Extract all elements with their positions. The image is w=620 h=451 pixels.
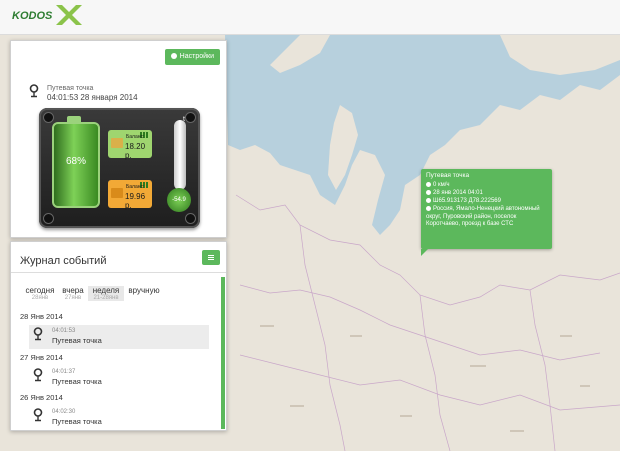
settings-label: Настройки <box>179 53 214 60</box>
tab-label: сегодня <box>25 286 55 295</box>
divider <box>11 272 226 273</box>
gear-icon <box>170 53 177 59</box>
event-time: 04:02:30 <box>52 409 76 415</box>
popup-datetime: 28 янв 2014 04:01 <box>433 190 483 196</box>
day-header: 28 Янв 2014 <box>20 312 63 321</box>
clock-icon <box>426 182 431 187</box>
screw-icon <box>185 112 196 123</box>
event-name: Путевая точка <box>52 377 102 386</box>
event-time: 04:01:37 <box>52 369 76 375</box>
popup-speed: 0 км/ч <box>433 182 450 188</box>
journal-title: Журнал событий <box>20 255 107 267</box>
map-pin-icon <box>33 368 43 382</box>
popup-title: Путевая точка <box>426 172 470 179</box>
event-journal-panel: Журнал событий сегодня 28янв вчера 27янв… <box>10 241 227 431</box>
list-item[interactable]: 04:02:30 Путевая точка <box>29 406 209 430</box>
popup-pointer <box>421 249 428 256</box>
list-item[interactable]: 04:01:53 Путевая точка <box>29 325 209 349</box>
screw-icon <box>43 213 54 224</box>
day-header: 26 Янв 2014 <box>20 393 63 402</box>
device-status-panel: Настройки Путевая точка 04:01:53 28 янва… <box>10 40 227 238</box>
point-time: 04:01:53 28 января 2014 <box>47 93 138 102</box>
sim-icon <box>111 188 123 198</box>
balance-1-label: Баланс: <box>126 134 145 140</box>
home-icon <box>426 206 431 211</box>
tab-week[interactable]: неделя 21-28янв <box>88 286 124 301</box>
event-time: 04:01:53 <box>52 328 76 334</box>
temperature-value: -54.9 <box>167 188 191 212</box>
settings-button[interactable]: Настройки <box>164 49 220 65</box>
popup-coords: Ш65.913173 Д78.222569 <box>433 198 501 204</box>
svg-text:KODOS: KODOS <box>12 10 53 22</box>
sim-card-1: Баланс: 18.20 р. <box>108 130 152 160</box>
tab-label: вручную <box>128 286 160 295</box>
screw-icon <box>43 112 54 123</box>
event-name: Путевая точка <box>52 417 102 426</box>
sim-card-2: Баланс: 19.96 р. <box>108 180 152 210</box>
balance-1-value: 18.20 р. <box>125 142 146 160</box>
screw-icon <box>185 213 196 224</box>
tab-sublabel: 27янв <box>64 295 82 301</box>
tab-label: вчера <box>62 286 84 295</box>
scrollbar[interactable] <box>221 277 225 429</box>
map-pin-icon <box>29 84 39 98</box>
menu-button[interactable] <box>202 250 220 265</box>
balance-2-value: 19.96 р. <box>125 192 146 210</box>
tab-yesterday[interactable]: вчера 27янв <box>59 286 87 301</box>
sim-icon <box>111 138 123 148</box>
popup-address: Россия, Ямало-Ненецкий автономный округ,… <box>426 206 540 227</box>
map-pin-icon <box>33 327 43 341</box>
tab-sublabel: 21-28янв <box>93 295 119 301</box>
event-name: Путевая точка <box>52 336 102 345</box>
top-bar: KODOS <box>0 0 620 35</box>
tab-sublabel: 28янв <box>31 295 49 301</box>
map-pin-icon <box>33 408 43 422</box>
battery-percent: 68% <box>65 156 86 167</box>
day-header: 27 Янв 2014 <box>20 353 63 362</box>
point-title: Путевая точка <box>47 85 94 92</box>
tab-manual[interactable]: вручную <box>126 286 162 295</box>
kodos-logo[interactable]: KODOS <box>10 4 86 26</box>
map-marker-popup[interactable]: Путевая точка 0 км/ч 28 янв 2014 04:01 Ш… <box>421 169 552 249</box>
tab-today[interactable]: сегодня 28янв <box>24 286 56 301</box>
tab-label: неделя <box>92 286 120 295</box>
location-icon <box>426 198 431 203</box>
balance-2-label: Баланс: <box>126 184 145 190</box>
thermometer-icon <box>174 120 186 190</box>
clock-icon <box>426 190 431 195</box>
list-item[interactable]: 04:01:37 Путевая точка <box>29 366 209 390</box>
menu-icon <box>208 255 214 256</box>
tracker-device-widget: 68% Баланс: 18.20 р. Баланс: 19.96 р. t°… <box>39 108 200 228</box>
